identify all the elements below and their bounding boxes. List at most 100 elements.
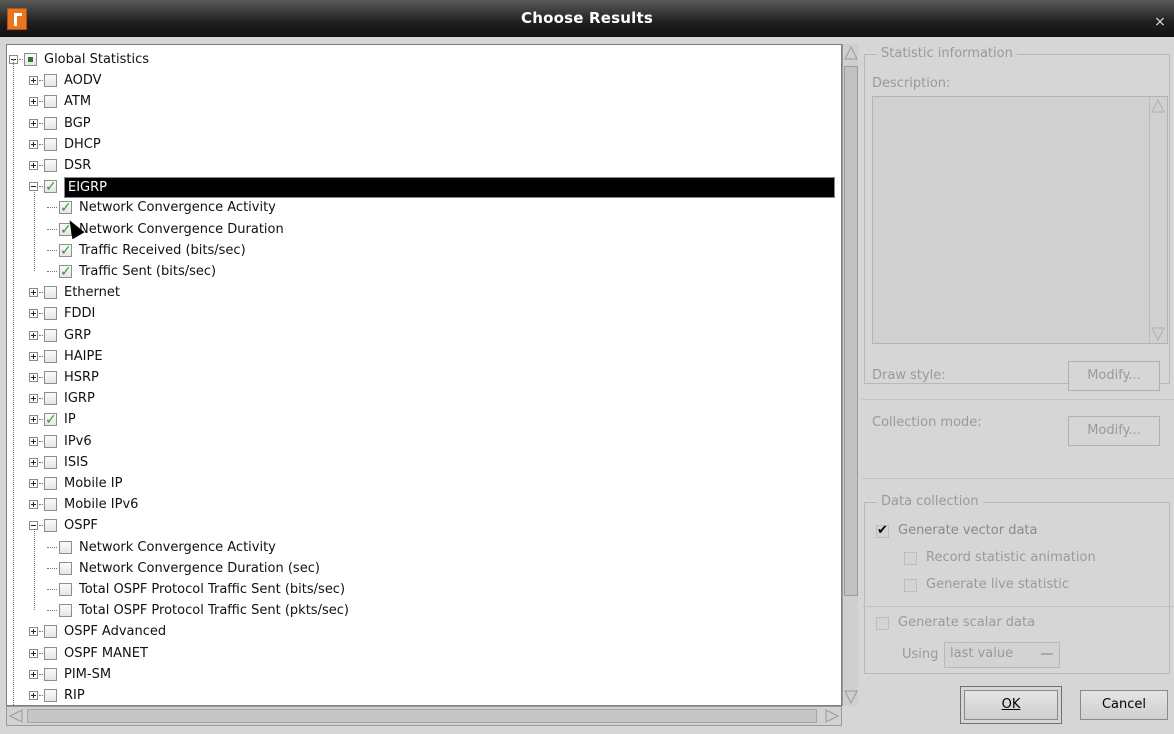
tree-row[interactable]: IGRP [7,388,841,409]
tree-item-label[interactable]: Traffic Sent (bits/sec) [79,261,216,282]
tree-row[interactable]: OSPF [7,515,841,536]
tree-checkbox[interactable] [59,561,72,575]
tree-item-label[interactable]: EIGRP [64,177,835,199]
tree-item-label[interactable]: GRP [64,325,91,346]
expand-icon[interactable] [29,330,38,340]
tree-checkbox[interactable] [44,74,57,88]
tree-checkbox[interactable] [44,667,57,681]
tree-row[interactable]: ISIS [7,452,841,473]
tree-checkbox[interactable] [59,604,72,618]
cancel-button[interactable]: Cancel [1080,690,1168,720]
tree-horizontal-scrollbar[interactable] [6,706,842,726]
tree-item-label[interactable]: Traffic Received (bits/sec) [79,240,246,261]
tree-checkbox[interactable] [44,455,57,469]
statistics-tree[interactable]: Global StatisticsAODVATMBGPDHCPDSREIGRPN… [6,44,842,706]
expand-icon[interactable] [29,139,38,149]
tree-row[interactable]: Ethernet [7,282,841,303]
tree-checkbox[interactable] [59,583,72,596]
tree-checkbox[interactable] [44,646,57,660]
tree-item-label[interactable]: Mobile IP [64,473,122,494]
tree-item-label[interactable]: Total OSPF Protocol Traffic Sent (bits/s… [79,579,345,600]
tree-item-label[interactable]: ATM [64,91,91,112]
expand-icon[interactable] [29,97,38,107]
tree-item-label[interactable]: HSRP [64,367,99,388]
tree-item-label[interactable]: Network Convergence Activity [79,197,276,218]
expand-icon[interactable] [29,161,38,170]
tree-checkbox[interactable] [44,689,57,702]
tree-row[interactable]: DHCP [7,134,841,155]
tree-row[interactable]: OSPF Advanced [7,621,841,642]
expand-icon[interactable] [29,415,38,425]
record-animation-checkbox[interactable] [904,552,917,565]
tree-checkbox[interactable] [44,95,57,109]
tree-checkbox[interactable] [44,519,57,533]
expand-icon[interactable] [29,479,38,488]
tree-item-label[interactable]: FDDI [64,303,95,324]
tree-checkbox[interactable] [44,328,57,342]
collection-mode-modify-button[interactable]: Modify... [1068,416,1160,446]
tree-row[interactable]: HSRP [7,367,841,388]
tree-checkbox[interactable] [44,177,57,198]
tree-item-label[interactable]: DSR [64,155,91,176]
tree-item-label[interactable]: IGRP [64,388,95,409]
tree-row[interactable]: Total OSPF Protocol Traffic Sent (bits/s… [7,579,841,600]
generate-vector-checkbox[interactable] [876,523,889,538]
expand-icon[interactable] [29,436,38,446]
expand-icon[interactable] [29,351,38,361]
tree-item-label[interactable]: Network Convergence Duration (sec) [79,558,320,579]
tree-row[interactable]: Mobile IPv6 [7,494,841,515]
tree-item-label[interactable]: AODV [64,70,102,91]
tree-item-label[interactable]: OSPF Advanced [64,621,166,642]
expand-icon[interactable] [29,309,38,319]
using-select[interactable]: last value [944,642,1060,668]
tree-row[interactable]: HAIPE [7,346,841,367]
tree-checkbox[interactable] [44,159,57,172]
tree-row[interactable]: BGP [7,113,841,134]
ok-button[interactable]: OK [960,686,1062,724]
tree-item-label[interactable]: IP [64,409,76,430]
tree-row[interactable]: Traffic Sent (bits/sec) [7,261,841,283]
tree-checkbox[interactable] [44,477,57,490]
tree-checkbox[interactable] [59,262,72,283]
expand-icon[interactable] [29,500,38,510]
tree-checkbox[interactable] [44,349,57,363]
tree-checkbox[interactable] [44,371,57,384]
tree-item-label[interactable]: Network Convergence Activity [79,537,276,558]
tree-item-label[interactable]: BGP [64,113,91,134]
scroll-thumb[interactable] [844,66,858,596]
expand-icon[interactable] [29,457,38,467]
expand-icon[interactable] [29,76,38,86]
tree-checkbox[interactable] [44,137,57,151]
tree-row[interactable]: FDDI [7,303,841,324]
tree-row[interactable]: GRP [7,325,841,346]
tree-row[interactable]: IP [7,409,841,431]
tree-row[interactable]: Network Convergence Duration (sec) [7,558,841,579]
tree-checkbox[interactable] [59,540,72,554]
expand-icon[interactable] [29,648,38,658]
tree-row[interactable]: OSPF MANET [7,643,841,664]
tree-item-label[interactable]: ISIS [64,452,88,473]
tree-vertical-scrollbar[interactable] [842,44,858,706]
tree-row[interactable]: EIGRP [7,176,841,199]
tree-checkbox[interactable] [44,498,57,512]
tree-item-label[interactable]: PIM-SM [64,664,111,685]
tree-checkbox[interactable] [44,434,57,448]
tree-item-label[interactable]: Mobile IPv6 [64,494,138,515]
generate-live-checkbox[interactable] [904,579,917,592]
tree-checkbox[interactable] [59,241,72,262]
tree-item-label[interactable]: RIP [64,685,85,705]
tree-row[interactable]: PIM-SM [7,664,841,685]
tree-row[interactable]: RIP [7,685,841,705]
tree-checkbox[interactable] [44,625,57,639]
expand-icon[interactable] [29,288,38,298]
draw-style-modify-button[interactable]: Modify... [1068,361,1160,391]
expand-icon[interactable] [29,691,38,700]
close-icon[interactable]: × [1150,8,1170,30]
tree-row[interactable]: Mobile IP [7,473,841,494]
tree-row[interactable]: Traffic Received (bits/sec) [7,240,841,262]
tree-checkbox[interactable] [44,307,57,321]
expand-icon[interactable] [29,118,38,128]
tree-checkbox[interactable] [24,53,37,66]
hscroll-thumb[interactable] [27,709,817,723]
scroll-left-icon[interactable] [9,709,23,723]
